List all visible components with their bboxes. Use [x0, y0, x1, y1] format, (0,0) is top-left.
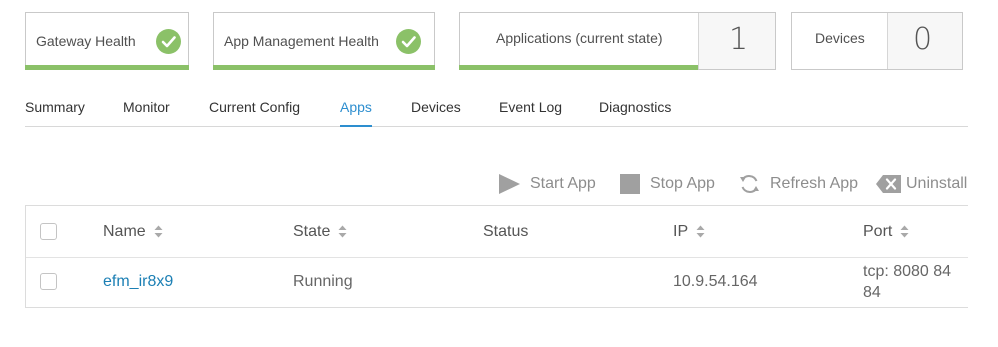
column-header-port[interactable]: Port [863, 223, 909, 241]
tab-diagnostics[interactable]: Diagnostics [599, 99, 671, 115]
refresh-app-label: Refresh App [770, 175, 859, 192]
tab-event-log[interactable]: Event Log [499, 99, 562, 115]
app-state: Running [293, 273, 353, 290]
column-header-name[interactable]: Name [103, 223, 163, 241]
refresh-app-button[interactable]: Refresh App [738, 173, 858, 195]
tab-devices[interactable]: Devices [411, 99, 461, 115]
column-header-name-label: Name [103, 223, 146, 240]
gateway-health-card: Gateway Health [25, 12, 189, 70]
sort-arrows-icon [338, 225, 347, 238]
backspace-x-icon [876, 175, 901, 193]
column-header-ip-label: IP [673, 223, 689, 240]
applications-card: Applications (current state) 1 [459, 12, 776, 70]
sort-arrows-icon [900, 225, 909, 238]
column-header-port-label: Port [863, 223, 893, 240]
gateway-health-label: Gateway Health [36, 33, 136, 49]
app-port-line-1: tcp: 8080 84 [863, 263, 952, 280]
devices-count: 0 [913, 22, 933, 57]
tab-apps-underline [340, 125, 372, 127]
app-name-link[interactable]: efm_ir8x9 [103, 273, 173, 291]
app-port-line-2: 84 [863, 284, 881, 301]
stop-icon [620, 174, 640, 194]
sort-arrows-icon [696, 225, 705, 238]
applications-label: Applications (current state) [496, 30, 663, 46]
devices-card: Devices 0 [791, 12, 963, 70]
sort-arrows-icon [154, 225, 163, 238]
tab-monitor[interactable]: Monitor [123, 99, 170, 115]
column-header-ip[interactable]: IP [673, 223, 705, 241]
app-management-health-label: App Management Health [224, 33, 379, 49]
row-checkbox[interactable] [40, 273, 57, 290]
start-app-button[interactable]: Start App [498, 173, 596, 195]
uninstall-label: Uninstall [906, 175, 968, 192]
devices-count-box: 0 [887, 13, 962, 69]
table-header-divider [26, 257, 968, 258]
stop-app-button[interactable]: Stop App [619, 173, 715, 195]
column-header-state-label: State [293, 223, 331, 240]
play-icon [499, 174, 520, 194]
uninstall-button[interactable]: Uninstall [875, 173, 967, 195]
select-all-checkbox[interactable] [40, 223, 57, 240]
tab-apps[interactable]: Apps [340, 99, 372, 115]
app-management-health-card: App Management Health [213, 12, 435, 70]
stop-app-label: Stop App [650, 175, 715, 192]
checkmark-circle-icon [156, 29, 181, 54]
column-header-status: Status [483, 223, 529, 240]
app-management-health-bar [213, 65, 435, 70]
tab-bar: Summary Monitor Current Config Apps Devi… [25, 97, 968, 127]
refresh-icon [740, 175, 759, 193]
applications-count-box: 1 [698, 13, 775, 69]
checkmark-circle-icon [396, 29, 421, 54]
app-ip: 10.9.54.164 [673, 273, 758, 290]
devices-label: Devices [815, 30, 865, 46]
tab-current-config[interactable]: Current Config [209, 99, 300, 115]
applications-bar [459, 65, 698, 70]
column-header-state[interactable]: State [293, 223, 347, 241]
gateway-health-bar [25, 65, 189, 70]
applications-count: 1 [729, 22, 749, 57]
tab-summary[interactable]: Summary [25, 99, 85, 115]
start-app-label: Start App [530, 175, 596, 192]
apps-table: Name State Status IP Port efm_ir8x9 Runn… [25, 205, 968, 308]
